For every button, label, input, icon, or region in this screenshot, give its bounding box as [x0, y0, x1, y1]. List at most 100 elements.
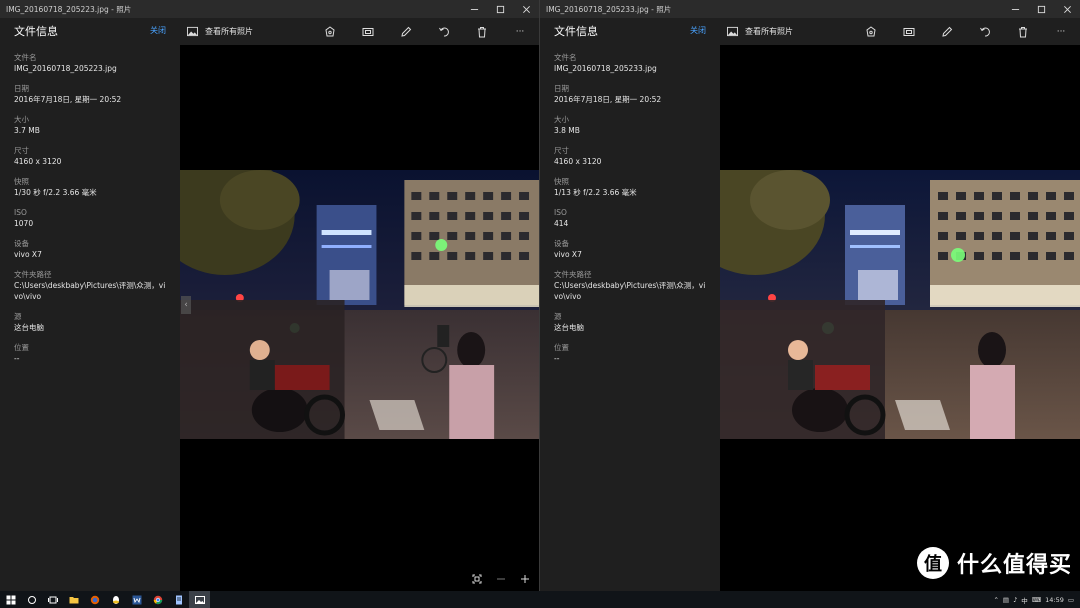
more-icon: ··· — [515, 26, 525, 37]
maximize-button[interactable] — [1028, 0, 1054, 18]
rotate-button[interactable] — [966, 18, 1004, 45]
file-explorer-button[interactable] — [63, 591, 84, 608]
minus-icon — [497, 578, 505, 580]
file-info-panel: 文件信息 关闭 文件名 IMG_20160718_205223.jpg 日期 2016… — [0, 18, 180, 591]
night-street-photo — [180, 170, 539, 439]
info-field: 大小 3.7 MB — [14, 114, 166, 136]
network-icon[interactable]: ▤ — [1003, 596, 1009, 604]
info-field: 日期 2016年7月18日, 星期一 20:52 — [14, 83, 166, 105]
info-field-label: 日期 — [554, 84, 569, 93]
night-street-photo — [720, 170, 1080, 439]
plus-icon — [521, 575, 529, 583]
enhance-button[interactable] — [852, 18, 890, 45]
info-field: 日期 2016年7月18日, 星期一 20:52 — [554, 83, 706, 105]
info-field: 文件名 IMG_20160718_205233.jpg — [554, 52, 706, 74]
enhance-button[interactable] — [311, 18, 349, 45]
photos-icon — [194, 595, 205, 604]
info-field: 文件夹路径 C:\Users\deskbaby\Pictures\评测\众测，vi… — [14, 269, 166, 302]
keyboard-icon[interactable]: ⌨ — [1032, 596, 1041, 604]
zoom-out-button[interactable] — [495, 573, 507, 585]
info-field-value: 这台电脑 — [554, 323, 584, 332]
info-field-value: 2016年7月18日, 星期一 20:52 — [554, 95, 662, 104]
info-field: 设备 vivo X7 — [14, 238, 166, 260]
info-field: 位置 -- — [554, 342, 706, 364]
volume-icon[interactable]: ♪ — [1013, 596, 1017, 604]
close-panel-button[interactable]: 关闭 — [150, 25, 166, 36]
taskbar-clock[interactable]: 14:59 — [1045, 596, 1064, 604]
firefox-button[interactable] — [84, 591, 105, 608]
info-field: 位置 -- — [14, 342, 166, 364]
info-field-label: 设备 — [554, 239, 569, 248]
chrome-button[interactable] — [147, 591, 168, 608]
tray-chevron-icon[interactable]: ⌃ — [993, 596, 998, 604]
delete-icon — [1019, 26, 1027, 37]
notification-icon[interactable]: ▭ — [1068, 596, 1074, 604]
info-field-label: 快照 — [14, 177, 29, 186]
minimize-button[interactable] — [461, 0, 487, 18]
info-field: 快照 1/30 秒 f/2.2 3.66 毫米 — [14, 176, 166, 198]
ime-indicator[interactable]: 中 — [1021, 595, 1028, 605]
more-options-button[interactable]: ··· — [1042, 18, 1080, 45]
word-button[interactable] — [126, 591, 147, 608]
more-options-button[interactable]: ··· — [501, 18, 539, 45]
info-field-label: 大小 — [554, 115, 569, 124]
info-field-label: 位置 — [14, 343, 29, 352]
notepad-button[interactable] — [168, 591, 189, 608]
info-field-label: 设备 — [14, 239, 29, 248]
photos-window-left: IMG_20160718_205223.jpg - 照片 文件信息 关闭 文件名… — [0, 0, 540, 591]
info-field: 尺寸 4160 x 3120 — [14, 145, 166, 167]
firefox-icon — [90, 595, 99, 604]
slideshow-icon — [903, 27, 915, 36]
slideshow-button[interactable] — [349, 18, 387, 45]
delete-button[interactable] — [1004, 18, 1042, 45]
enhance-icon — [325, 25, 335, 36]
edit-button[interactable] — [387, 18, 425, 45]
title-bar[interactable]: IMG_20160718_205233.jpg - 照片 — [540, 0, 1080, 18]
rotate-icon — [980, 27, 990, 37]
taskbar: ⌃ ▤ ♪ 中 ⌨ 14:59 ▭ — [0, 591, 1080, 608]
minimize-button[interactable] — [1002, 0, 1028, 18]
cortana-button[interactable] — [21, 591, 42, 608]
watermark-text: 什么值得买 — [956, 553, 1072, 578]
title-bar[interactable]: IMG_20160718_205223.jpg - 照片 — [0, 0, 539, 18]
rotate-button[interactable] — [425, 18, 463, 45]
photo-viewer[interactable] — [720, 170, 1080, 439]
info-field-value: 2016年7月18日, 星期一 20:52 — [14, 95, 122, 104]
info-field-label: ISO — [14, 208, 27, 217]
info-field-label: 文件夹路径 — [554, 270, 592, 279]
info-field-label: 源 — [14, 312, 22, 321]
word-icon — [132, 595, 141, 604]
zoom-in-button[interactable] — [519, 573, 531, 585]
photos-app-button[interactable] — [189, 591, 210, 608]
maximize-button[interactable] — [487, 0, 513, 18]
close-window-button[interactable] — [513, 0, 539, 18]
task-view-button[interactable] — [42, 591, 63, 608]
info-field: 文件名 IMG_20160718_205223.jpg — [14, 52, 166, 74]
close-window-button[interactable] — [1054, 0, 1080, 18]
site-watermark: 值 什么值得买 — [916, 547, 1072, 579]
edit-button[interactable] — [928, 18, 966, 45]
file-info-panel: 文件信息 关闭 文件名 IMG_20160718_205233.jpg 日期 2016… — [540, 18, 720, 591]
slideshow-button[interactable] — [890, 18, 928, 45]
photo-toolbar: 查看所有照片 ··· — [180, 18, 539, 45]
edit-icon — [401, 26, 412, 37]
view-all-photos-button[interactable]: 查看所有照片 — [720, 26, 852, 37]
slideshow-icon — [362, 27, 374, 36]
fit-to-window-button[interactable] — [471, 573, 483, 585]
panel-title: 文件信息 — [554, 24, 598, 38]
info-field-value: C:\Users\deskbaby\Pictures\评测\众测，vivo\vi… — [14, 281, 166, 301]
qq-button[interactable] — [105, 591, 126, 608]
info-field: 设备 vivo X7 — [554, 238, 706, 260]
photo-viewer[interactable] — [180, 170, 539, 439]
chrome-icon — [153, 595, 162, 604]
close-panel-button[interactable]: 关闭 — [690, 25, 706, 36]
zoom-controls — [471, 573, 531, 585]
info-field-label: ISO — [554, 208, 567, 217]
info-field: ISO 414 — [554, 207, 706, 229]
previous-photo-arrow[interactable]: ‹ — [181, 296, 191, 314]
info-field-label: 文件名 — [554, 53, 577, 62]
info-field-value: 这台电脑 — [14, 323, 44, 332]
start-button[interactable] — [0, 591, 21, 608]
delete-button[interactable] — [463, 18, 501, 45]
view-all-photos-button[interactable]: 查看所有照片 — [180, 26, 311, 37]
